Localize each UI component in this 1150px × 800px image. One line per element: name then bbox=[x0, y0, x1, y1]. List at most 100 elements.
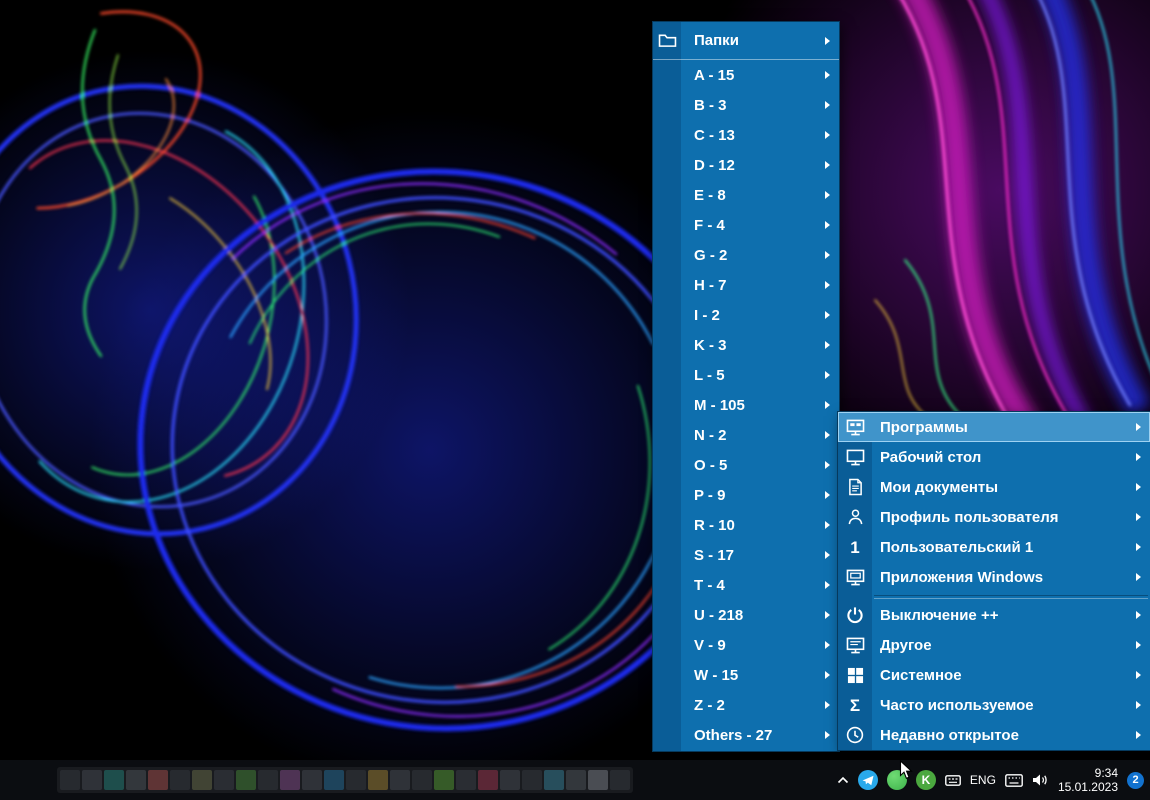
submenu-arrow-icon bbox=[825, 341, 830, 349]
taskbar-pinned-icon[interactable] bbox=[500, 770, 520, 790]
places-menu-item[interactable]: Приложения Windows bbox=[838, 562, 1150, 592]
folders-menu-item[interactable]: N - 2 bbox=[653, 420, 839, 450]
taskbar-pinned-icon[interactable] bbox=[346, 770, 366, 790]
submenu-arrow-icon bbox=[1136, 701, 1141, 709]
taskbar-pinned-icon[interactable] bbox=[610, 770, 630, 790]
submenu-arrow-icon bbox=[825, 191, 830, 199]
menu-item-label: E - 8 bbox=[694, 186, 726, 204]
folders-menu-item[interactable]: F - 4 bbox=[653, 210, 839, 240]
folders-menu-item[interactable]: Others - 27 bbox=[653, 720, 839, 750]
taskbar-pinned-icon[interactable] bbox=[588, 770, 608, 790]
folders-menu-item[interactable]: S - 17 bbox=[653, 540, 839, 570]
folders-menu-item[interactable]: G - 2 bbox=[653, 240, 839, 270]
folders-menu-header[interactable]: Папки bbox=[653, 22, 839, 60]
taskbar-pinned-icon[interactable] bbox=[566, 770, 586, 790]
submenu-arrow-icon bbox=[1136, 483, 1141, 491]
folders-menu-item[interactable]: I - 2 bbox=[653, 300, 839, 330]
chevron-up-icon[interactable] bbox=[837, 776, 849, 784]
submenu-arrow-icon bbox=[1136, 611, 1141, 619]
places-menu-item[interactable]: Программы bbox=[838, 412, 1150, 442]
taskbar-pinned-icon[interactable] bbox=[280, 770, 300, 790]
folders-menu-item[interactable]: U - 218 bbox=[653, 600, 839, 630]
menu-item-label: Часто используемое bbox=[880, 696, 1034, 714]
places-menu-item[interactable]: Системное bbox=[838, 660, 1150, 690]
submenu-arrow-icon bbox=[1136, 423, 1141, 431]
taskbar-pinned-icon[interactable] bbox=[456, 770, 476, 790]
taskbar-pinned-icon[interactable] bbox=[60, 770, 80, 790]
places-menu-item[interactable]: Профиль пользователя bbox=[838, 502, 1150, 532]
taskbar-pinned-icon[interactable] bbox=[170, 770, 190, 790]
folders-menu-item[interactable]: P - 9 bbox=[653, 480, 839, 510]
folders-menu-item[interactable]: M - 105 bbox=[653, 390, 839, 420]
menu-item-label: V - 9 bbox=[694, 636, 726, 654]
places-menu-item[interactable]: Выключение ++ bbox=[838, 600, 1150, 630]
taskbar-pinned-icon[interactable] bbox=[434, 770, 454, 790]
taskbar-pinned-icon[interactable] bbox=[368, 770, 388, 790]
folders-menu-item[interactable]: O - 5 bbox=[653, 450, 839, 480]
folders-menu-item[interactable]: W - 15 bbox=[653, 660, 839, 690]
submenu-arrow-icon bbox=[825, 251, 830, 259]
submenu-arrow-icon bbox=[825, 161, 830, 169]
menu-item-label: Приложения Windows bbox=[880, 568, 1044, 586]
clock[interactable]: 9:34 15.01.2023 bbox=[1058, 766, 1118, 794]
taskbar-pinned-icon[interactable] bbox=[302, 770, 322, 790]
taskbar-pinned-icon[interactable] bbox=[192, 770, 212, 790]
folders-menu-item[interactable]: D - 12 bbox=[653, 150, 839, 180]
taskbar-pinned-icon[interactable] bbox=[236, 770, 256, 790]
taskbar-pinned-icon[interactable] bbox=[126, 770, 146, 790]
places-menu-item[interactable]: Σ Часто используемое bbox=[838, 690, 1150, 720]
language-indicator[interactable]: ENG bbox=[970, 773, 996, 787]
menu-item-label: F - 4 bbox=[694, 216, 725, 234]
submenu-arrow-icon bbox=[825, 36, 830, 45]
places-menu-item[interactable]: Мои документы bbox=[838, 472, 1150, 502]
folders-menu-item[interactable]: R - 10 bbox=[653, 510, 839, 540]
taskbar-pinned-icon[interactable] bbox=[324, 770, 344, 790]
submenu-arrow-icon bbox=[825, 551, 830, 559]
taskbar-pinned-icon[interactable] bbox=[522, 770, 542, 790]
taskbar-pinned-icon[interactable] bbox=[544, 770, 564, 790]
telegram-icon[interactable] bbox=[857, 770, 878, 790]
submenu-arrow-icon bbox=[825, 401, 830, 409]
taskbar-pinned-icon[interactable] bbox=[258, 770, 278, 790]
tray-app-icon[interactable] bbox=[945, 774, 961, 786]
folders-menu-item[interactable]: E - 8 bbox=[653, 180, 839, 210]
menu-item-label: N - 2 bbox=[694, 426, 727, 444]
taskbar-pinned-icon[interactable] bbox=[214, 770, 234, 790]
folders-menu-item[interactable]: K - 3 bbox=[653, 330, 839, 360]
programs-monitor-icon bbox=[838, 412, 872, 442]
taskbar-pinned-icon[interactable] bbox=[390, 770, 410, 790]
speaker-icon[interactable] bbox=[1032, 773, 1049, 787]
submenu-arrow-icon bbox=[825, 671, 830, 679]
taskbar-pinned-icon[interactable] bbox=[104, 770, 124, 790]
menu-item-label: D - 12 bbox=[694, 156, 735, 174]
menu-item-label: W - 15 bbox=[694, 666, 739, 684]
touch-keyboard-icon[interactable] bbox=[1005, 773, 1023, 787]
folders-menu-item[interactable]: B - 3 bbox=[653, 90, 839, 120]
windows-icon bbox=[838, 660, 872, 690]
taskbar-pinned-icon[interactable] bbox=[82, 770, 102, 790]
power-icon bbox=[838, 600, 872, 630]
places-menu-item[interactable]: Недавно открытое bbox=[838, 720, 1150, 750]
folders-menu-item[interactable]: V - 9 bbox=[653, 630, 839, 660]
menu-item-label: C - 13 bbox=[694, 126, 735, 144]
taskbar-pinned-icon[interactable] bbox=[478, 770, 498, 790]
folders-menu-item[interactable]: T - 4 bbox=[653, 570, 839, 600]
taskbar-pinned-icon[interactable] bbox=[412, 770, 432, 790]
places-menu-item[interactable]: Другое bbox=[838, 630, 1150, 660]
notification-count-badge[interactable]: 2 bbox=[1127, 771, 1144, 789]
folders-menu-item[interactable]: Z - 2 bbox=[653, 690, 839, 720]
folders-menu-item[interactable]: H - 7 bbox=[653, 270, 839, 300]
menu-item-label: U - 218 bbox=[694, 606, 744, 624]
submenu-arrow-icon bbox=[825, 701, 830, 709]
one-icon: 1 bbox=[850, 537, 860, 557]
places-menu-item[interactable]: Рабочий стол bbox=[838, 442, 1150, 472]
submenu-arrow-icon bbox=[825, 641, 830, 649]
places-menu-item[interactable]: 1 Пользовательский 1 bbox=[838, 532, 1150, 562]
green-app-icon[interactable] bbox=[886, 770, 907, 790]
k-app-icon[interactable]: K bbox=[915, 770, 936, 790]
folders-menu-item[interactable]: C - 13 bbox=[653, 120, 839, 150]
taskbar-pinned-icon[interactable] bbox=[148, 770, 168, 790]
folders-menu-item[interactable]: L - 5 bbox=[653, 360, 839, 390]
clock-icon bbox=[838, 720, 872, 750]
folders-menu-item[interactable]: A - 15 bbox=[653, 60, 839, 90]
